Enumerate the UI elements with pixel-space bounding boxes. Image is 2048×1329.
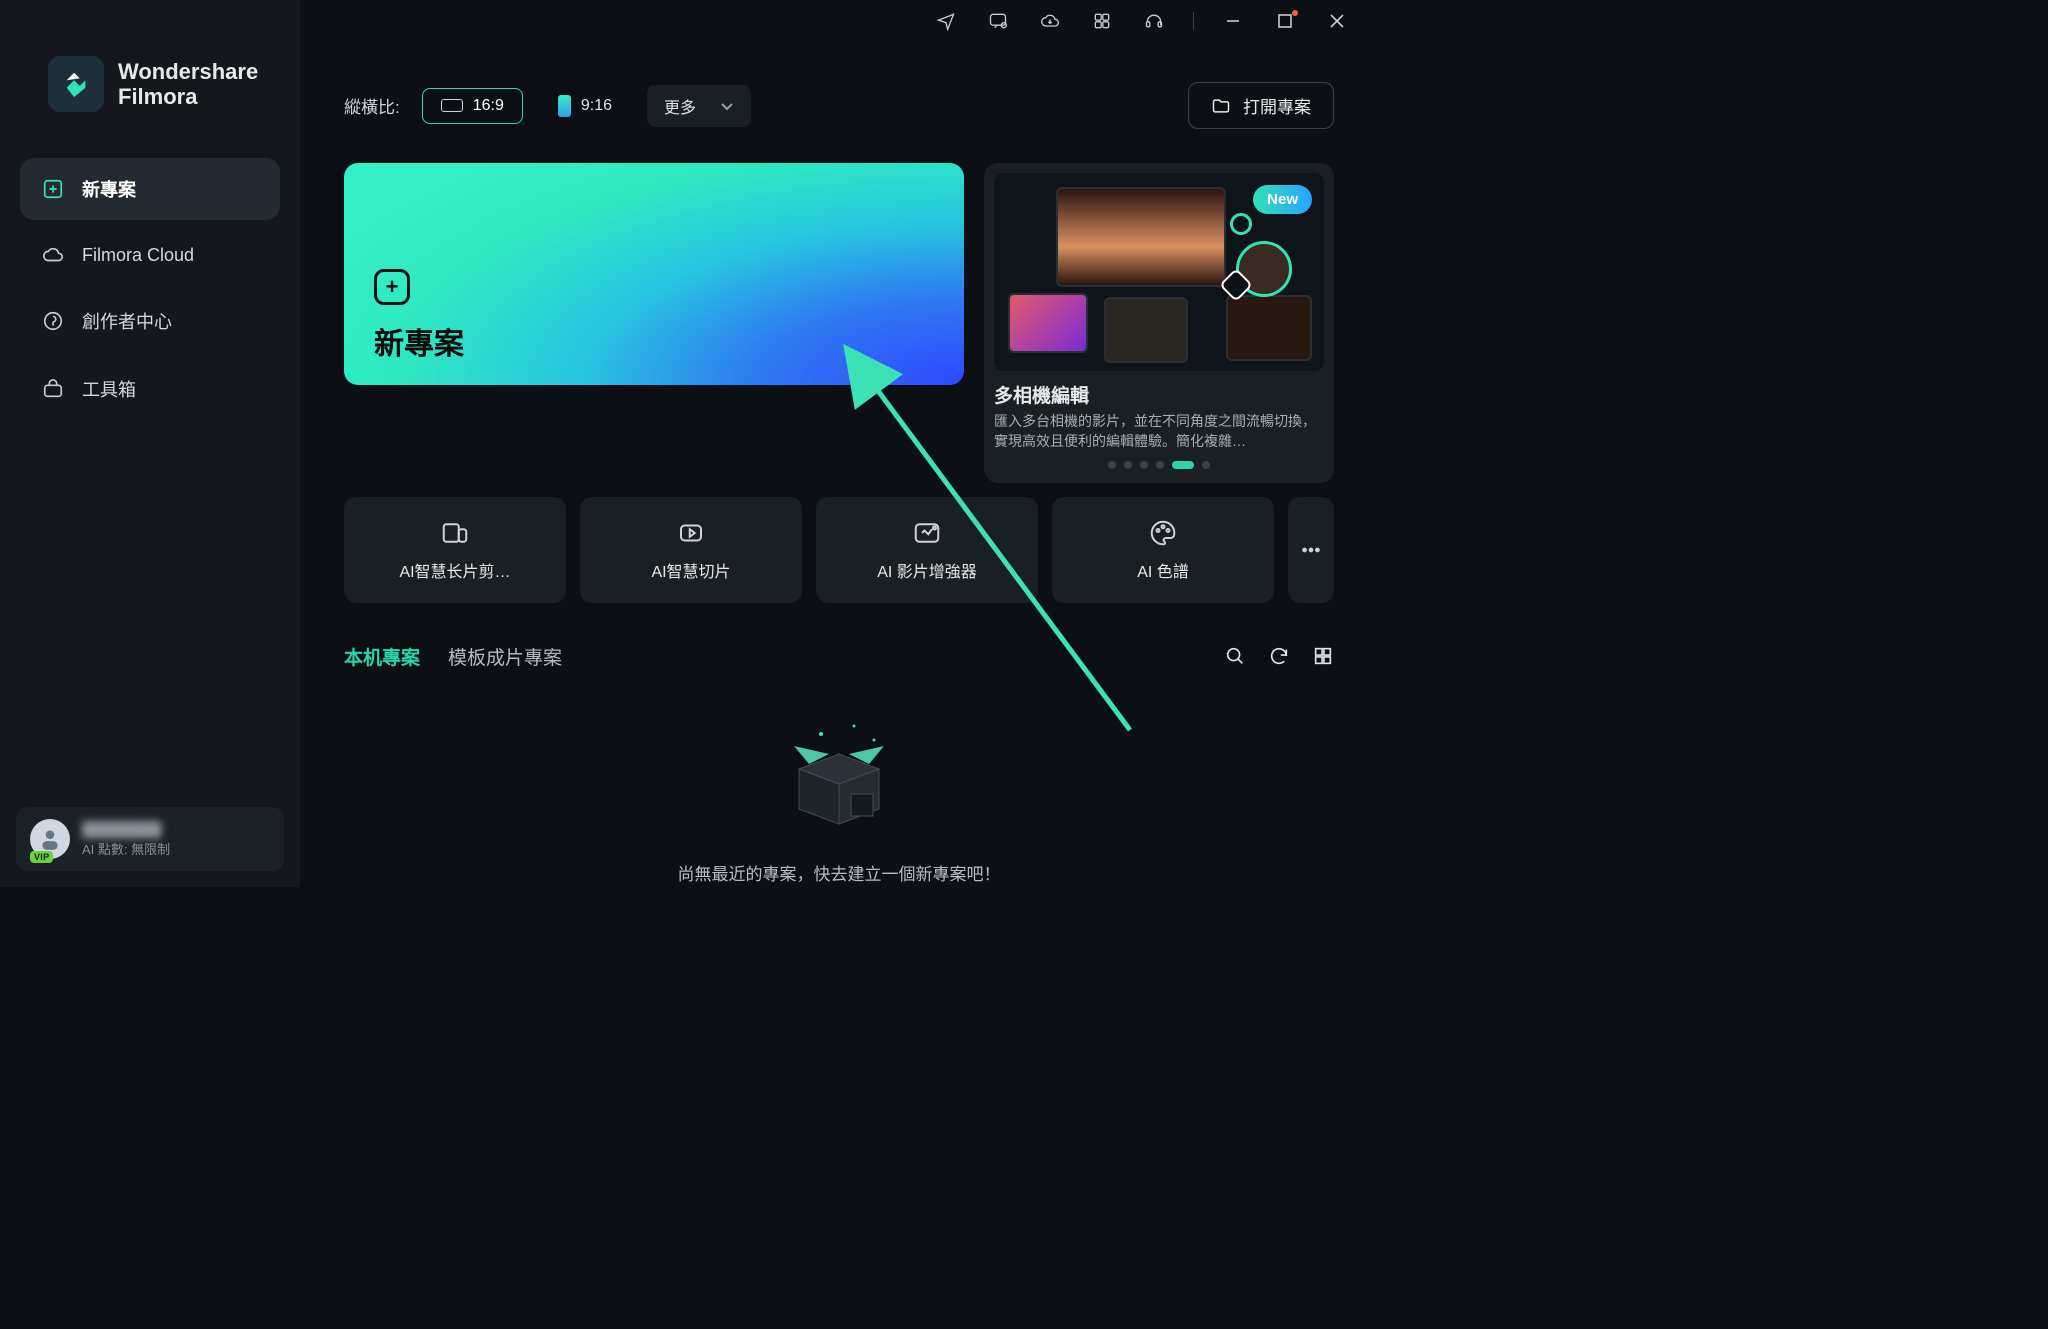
promo-image: New (994, 173, 1324, 371)
window-minimize[interactable] (1216, 4, 1250, 38)
sidebar: Wondershare Filmora 新專案 Filmora Cloud 創作… (0, 0, 300, 887)
headset-icon[interactable] (1137, 4, 1171, 38)
empty-box-icon (779, 714, 899, 834)
titlebar-separator (1193, 12, 1194, 30)
sidebar-item-cloud[interactable]: Filmora Cloud (20, 226, 280, 284)
sidebar-item-label: 創作者中心 (82, 308, 172, 334)
ratio-more-label: 更多 (664, 94, 696, 118)
promo-title: 多相機編輯 (994, 381, 1324, 408)
chevron-down-icon (720, 99, 734, 113)
tool-ai-long-clip[interactable]: AI智慧长片剪… (344, 497, 566, 603)
new-project-card[interactable]: + 新專案 (344, 163, 964, 385)
message-dot-icon[interactable] (981, 4, 1015, 38)
sidebar-item-label: Filmora Cloud (82, 245, 194, 266)
aspect-ratio-label: 縱橫比: (344, 93, 400, 118)
window-maximize[interactable] (1268, 4, 1302, 38)
promo-desc: 匯入多台相機的影片，並在不同角度之間流暢切換，實現高效且便利的編輯體驗。簡化複雜… (994, 412, 1324, 451)
user-card[interactable]: VIP ████████ AI 點數: 無限制 (16, 807, 284, 871)
search-button[interactable] (1224, 645, 1246, 672)
tool-ai-color[interactable]: AI 色譜 (1052, 497, 1274, 603)
brand-name: Wondershare Filmora (118, 59, 258, 110)
app-logo-icon (48, 56, 104, 112)
cloud-download-icon[interactable] (1033, 4, 1067, 38)
folder-icon (1211, 96, 1231, 116)
promo-card[interactable]: New 多相機編輯 匯入多台相機的影片，並在不同角度之間流暢切換，實現高效且便利… (984, 163, 1334, 483)
landscape-icon (441, 99, 463, 112)
ratio-label-text: 16:9 (473, 97, 504, 115)
tab-local-projects[interactable]: 本机專案 (344, 643, 420, 674)
plus-icon: + (374, 269, 410, 305)
ratio-more-button[interactable]: 更多 (647, 85, 751, 127)
grid-icon (1312, 645, 1334, 667)
avatar: VIP (30, 819, 70, 859)
carousel-dots[interactable] (994, 461, 1324, 469)
tool-label: AI智慧切片 (651, 558, 730, 582)
user-ai-points: AI 點數: 無限制 (82, 839, 170, 858)
tab-template-projects[interactable]: 模板成片專案 (448, 643, 562, 674)
sidebar-nav: 新專案 Filmora Cloud 創作者中心 工具箱 (16, 158, 284, 420)
hero-row: + 新專案 New 多相機編輯 匯入多台相機的影片，並在不同角度之間流暢切換，實… (344, 163, 1334, 483)
search-icon (1224, 645, 1246, 667)
ratio-16-9-button[interactable]: 16:9 (422, 88, 523, 124)
tools-more-button[interactable] (1288, 497, 1334, 603)
sidebar-item-new-project[interactable]: 新專案 (20, 158, 280, 220)
sidebar-item-toolbox[interactable]: 工具箱 (20, 358, 280, 420)
main-area: 縱橫比: 16:9 9:16 更多 打開專案 + 新專案 New (300, 42, 1366, 887)
refresh-button[interactable] (1268, 645, 1290, 672)
tabs-row: 本机專案 模板成片專案 (344, 643, 1334, 674)
brand-line2: Filmora (118, 84, 258, 109)
portrait-icon (558, 95, 571, 117)
new-badge: New (1253, 185, 1312, 214)
logo-row: Wondershare Filmora (16, 16, 284, 142)
brand-line1: Wondershare (118, 59, 258, 84)
sidebar-item-label: 工具箱 (82, 376, 136, 402)
apps-icon[interactable] (1085, 4, 1119, 38)
window-close[interactable] (1320, 4, 1354, 38)
empty-text: 尚無最近的專案，快去建立一個新專案吧！ (678, 860, 1001, 885)
user-name: ████████ (82, 821, 170, 837)
tool-label: AI 色譜 (1137, 558, 1189, 582)
tools-row: AI智慧长片剪… AI智慧切片 AI 影片增強器 AI 色譜 (344, 497, 1334, 603)
tool-label: AI智慧长片剪… (399, 558, 510, 582)
sidebar-item-creator-center[interactable]: 創作者中心 (20, 290, 280, 352)
open-project-label: 打開專案 (1243, 93, 1311, 118)
empty-state: 尚無最近的專案，快去建立一個新專案吧！ (344, 714, 1334, 885)
vip-badge: VIP (30, 851, 53, 863)
send-icon[interactable] (929, 4, 963, 38)
new-project-title: 新專案 (374, 319, 464, 363)
ratio-9-16-button[interactable]: 9:16 (539, 86, 631, 126)
grid-view-button[interactable] (1312, 645, 1334, 672)
more-icon (1300, 539, 1322, 561)
ratio-label-text: 9:16 (581, 97, 612, 115)
open-project-button[interactable]: 打開專案 (1188, 82, 1334, 129)
sidebar-item-label: 新專案 (82, 176, 136, 202)
refresh-icon (1268, 645, 1290, 667)
update-dot-icon (1292, 10, 1298, 16)
tool-label: AI 影片增強器 (877, 558, 977, 582)
tool-ai-slice[interactable]: AI智慧切片 (580, 497, 802, 603)
aspect-ratio-row: 縱橫比: 16:9 9:16 更多 打開專案 (344, 82, 1334, 129)
tool-ai-enhancer[interactable]: AI 影片增強器 (816, 497, 1038, 603)
